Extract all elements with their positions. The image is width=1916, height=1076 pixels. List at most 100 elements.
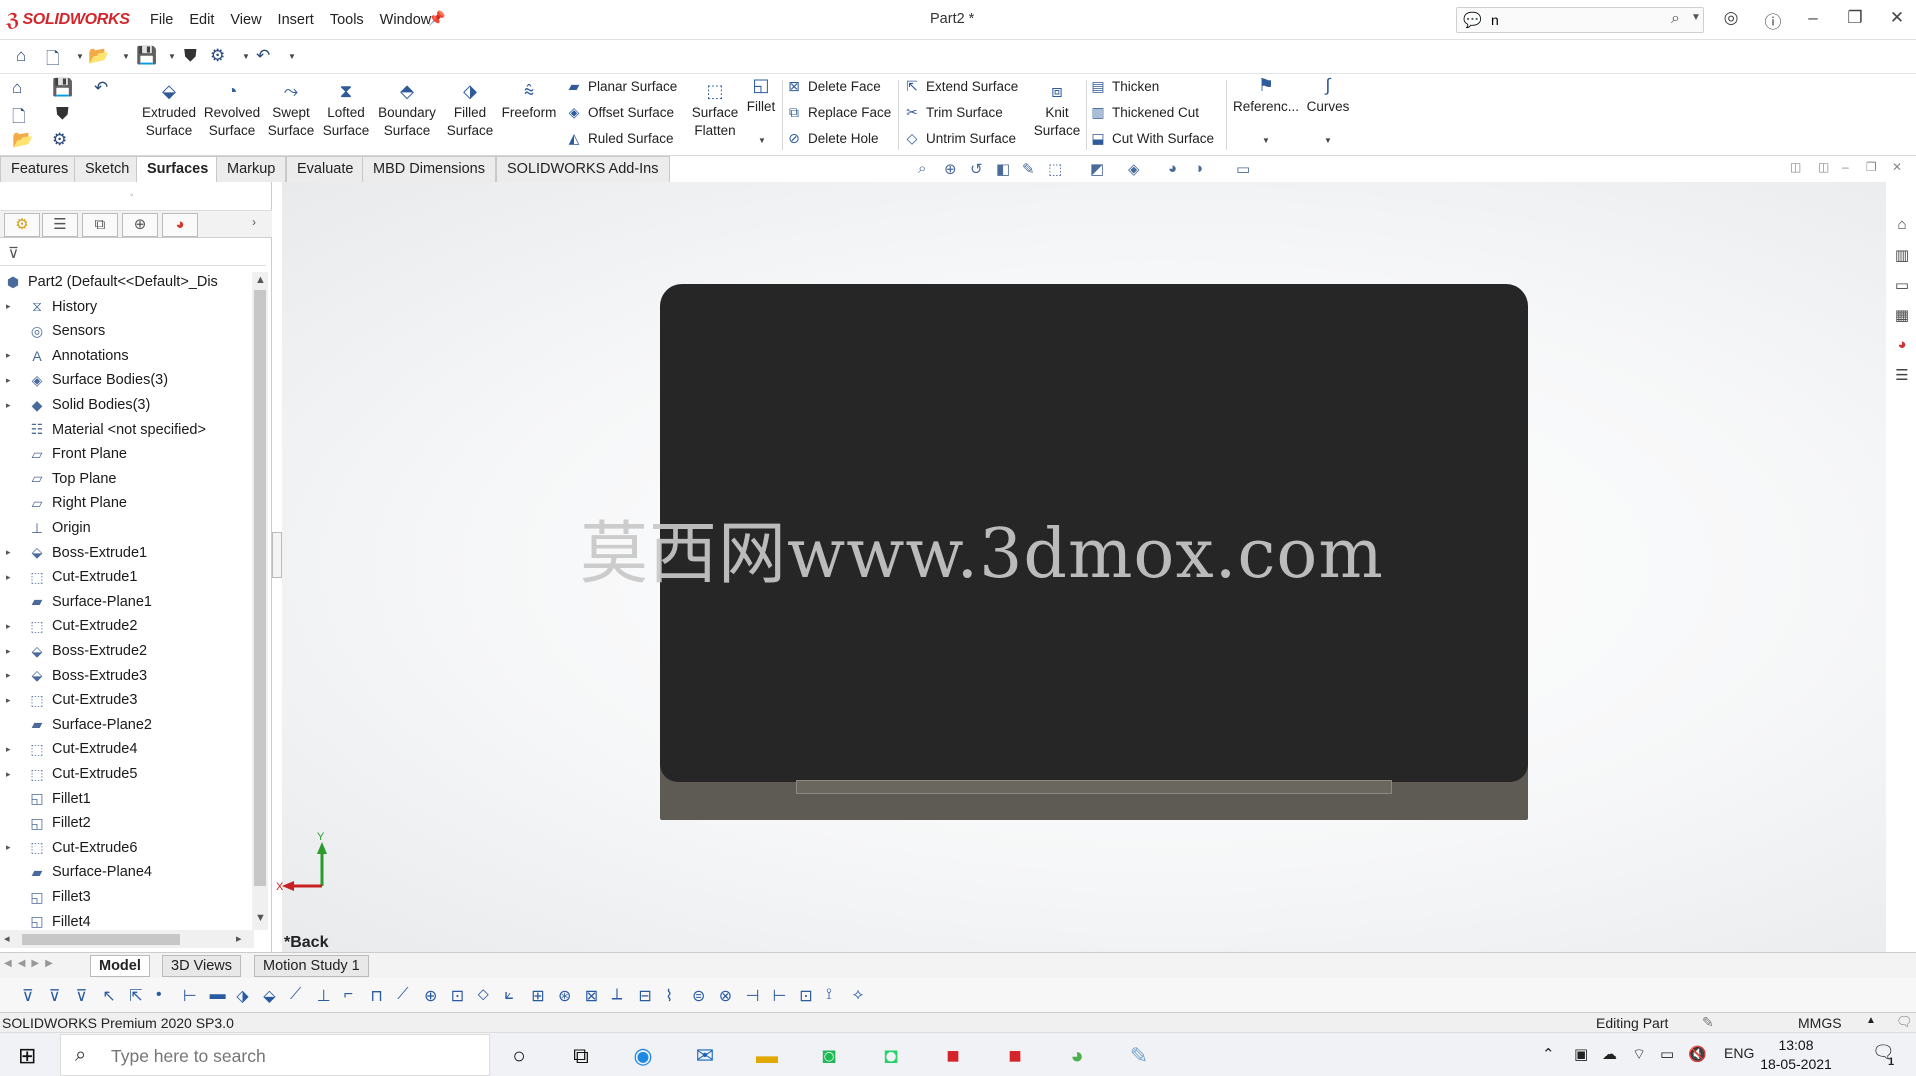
- expand-arrow-icon[interactable]: ▸: [6, 400, 18, 411]
- planar-surface-button[interactable]: ▰ Planar Surface: [566, 78, 678, 95]
- chevron-up-icon[interactable]: ▲: [1866, 1015, 1876, 1026]
- sketch-tool-icon[interactable]: ⊟: [638, 986, 651, 1006]
- tree-item[interactable]: ◎ Sensors: [0, 319, 254, 343]
- reference-geometry-button[interactable]: ⚑ Referenc...: [1232, 76, 1300, 116]
- sketch-tool-icon[interactable]: ⊢: [183, 986, 197, 1006]
- volume-muted-icon[interactable]: 🔇: [1688, 1045, 1707, 1063]
- chevron-down-icon[interactable]: ▼: [288, 52, 296, 61]
- close-icon[interactable]: ✕: [1884, 8, 1910, 28]
- edit-appearance-icon[interactable]: ◕: [1168, 160, 1177, 177]
- tree-item[interactable]: ▸ ◈ Surface Bodies(3): [0, 368, 254, 392]
- sketch-tool-icon[interactable]: ⊞: [531, 986, 544, 1006]
- sketch-tool-icon[interactable]: ⊕: [424, 986, 437, 1006]
- tree-item[interactable]: ▰ Surface-Plane4: [0, 860, 254, 884]
- cortana-icon[interactable]: ○: [502, 1039, 536, 1073]
- section-view-icon[interactable]: ◧: [996, 160, 1010, 178]
- windows-start-icon[interactable]: ⊞: [18, 1043, 36, 1069]
- surface-flatten-button[interactable]: ⬚ Surface Flatten: [690, 82, 740, 140]
- sketch-tool-icon[interactable]: ⌐: [344, 986, 353, 1004]
- new-document-icon[interactable]: 🗋: [46, 46, 60, 75]
- viewport-restore-icon[interactable]: ◫: [1790, 160, 1801, 174]
- help-icon[interactable]: ⓘ: [1760, 8, 1786, 33]
- undo-icon[interactable]: ↶: [94, 78, 108, 98]
- expand-arrow-icon[interactable]: ▸: [6, 572, 18, 583]
- panel-grip-icon[interactable]: ◦: [130, 190, 134, 201]
- chevron-right-icon[interactable]: ›: [252, 215, 256, 229]
- options-gear-icon[interactable]: ⚙: [210, 46, 225, 66]
- menu-view[interactable]: View: [222, 10, 269, 30]
- menu-tools[interactable]: Tools: [322, 10, 372, 30]
- sketch-tool-icon[interactable]: ⊢: [772, 986, 786, 1006]
- viewport-tile-icon[interactable]: ◫: [1818, 160, 1829, 174]
- sketch-tool-icon[interactable]: ⟂: [612, 986, 623, 1004]
- sketch-tool-icon[interactable]: ⊛: [558, 986, 571, 1006]
- open-folder-icon[interactable]: 📂: [12, 130, 33, 150]
- user-account-icon[interactable]: ◎: [1718, 8, 1744, 28]
- expand-arrow-icon[interactable]: ▸: [6, 769, 18, 780]
- tab-motion-study-1[interactable]: Motion Study 1: [254, 955, 369, 977]
- language-indicator[interactable]: ENG: [1724, 1045, 1754, 1061]
- solidworks-resources-icon[interactable]: ⌂: [1890, 216, 1914, 240]
- wifi-icon[interactable]: ⌔: [1632, 1045, 1646, 1064]
- tree-vertical-scroll-thumb[interactable]: [254, 290, 266, 886]
- meet-now-icon[interactable]: ▣: [1574, 1045, 1588, 1063]
- tab-3d-views[interactable]: 3D Views: [162, 955, 241, 977]
- scroll-left-icon[interactable]: ◂: [4, 932, 10, 945]
- ruled-surface-button[interactable]: ◭ Ruled Surface: [566, 130, 674, 147]
- tree-item[interactable]: ▸ ⬚ Cut-Extrude5: [0, 762, 254, 786]
- taskbar-search[interactable]: ⌕: [60, 1034, 490, 1076]
- sketch-tool-icon[interactable]: ⬙: [263, 986, 275, 1006]
- view-orientation-icon[interactable]: ⬚: [1048, 160, 1062, 178]
- sketch-tool-icon[interactable]: ⊡: [451, 986, 464, 1006]
- filled-surface-button[interactable]: ⬗ Filled Surface: [442, 82, 498, 140]
- tree-item[interactable]: ▸ ⬙ Boss-Extrude2: [0, 639, 254, 663]
- panel-splitter-handle[interactable]: [272, 532, 282, 578]
- rebuild-status-icon[interactable]: ✎: [1702, 1014, 1714, 1031]
- menu-edit[interactable]: Edit: [181, 10, 222, 30]
- freeform-button[interactable]: ⩯ Freeform: [500, 82, 558, 122]
- unit-system[interactable]: MMGS: [1798, 1015, 1842, 1031]
- chevron-down-icon[interactable]: ▼: [758, 136, 766, 145]
- trim-surface-button[interactable]: ✂ Trim Surface: [904, 104, 1003, 121]
- sketch-tool-icon[interactable]: ⬗: [236, 986, 248, 1006]
- tree-item[interactable]: ▰ Surface-Plane2: [0, 713, 254, 737]
- tab-markup[interactable]: Markup: [216, 156, 287, 182]
- tree-item[interactable]: ▸ ⬙ Boss-Extrude3: [0, 664, 254, 688]
- minimize-icon[interactable]: –: [1800, 8, 1826, 28]
- fillet-button[interactable]: ◱ Fillet: [742, 76, 780, 116]
- battery-icon[interactable]: ▭: [1660, 1045, 1674, 1063]
- tab-features[interactable]: Features: [0, 156, 80, 182]
- onedrive-icon[interactable]: ☁: [1602, 1045, 1617, 1063]
- tree-item[interactable]: ▸ A Annotations: [0, 344, 254, 368]
- expand-arrow-icon[interactable]: ▸: [6, 744, 18, 755]
- hide-show-items-icon[interactable]: ◈: [1128, 160, 1140, 178]
- save-icon[interactable]: 💾: [52, 78, 73, 98]
- dimxpert-manager-tab-icon[interactable]: ⊕: [122, 213, 158, 237]
- search-input[interactable]: [1489, 10, 1659, 30]
- display-style-icon[interactable]: ◩: [1090, 160, 1104, 178]
- filter-icon[interactable]: ⊽: [8, 244, 19, 262]
- expand-arrow-icon[interactable]: ▸: [6, 621, 18, 632]
- home-icon[interactable]: ⌂: [12, 78, 22, 98]
- sketch-tool-icon[interactable]: ⊜: [692, 986, 705, 1006]
- extruded-surface-button[interactable]: ⬙ Extruded Surface: [138, 82, 200, 140]
- viewport-close-icon[interactable]: ✕: [1892, 160, 1902, 174]
- sketch-tool-icon[interactable]: ⬦: [478, 986, 489, 1004]
- tree-item[interactable]: ▱ Top Plane: [0, 467, 254, 491]
- edge-browser-icon[interactable]: ◉: [626, 1039, 660, 1073]
- new-document-icon[interactable]: 🗋: [12, 104, 26, 133]
- tree-item[interactable]: ⊥ Origin: [0, 516, 254, 540]
- sketch-tool-icon[interactable]: •: [156, 986, 162, 1004]
- knit-surface-button[interactable]: ⧈ Knit Surface: [1030, 82, 1084, 140]
- display-manager-tab-icon[interactable]: ◕: [162, 213, 198, 237]
- tree-filter[interactable]: ⊽: [0, 240, 266, 266]
- appearances-icon[interactable]: ◕: [1890, 336, 1914, 360]
- tree-item[interactable]: ▸ ⬚ Cut-Extrude2: [0, 614, 254, 638]
- open-folder-icon[interactable]: 📂: [88, 46, 109, 66]
- menu-file[interactable]: File: [142, 10, 181, 30]
- model-slot[interactable]: [796, 780, 1392, 794]
- tree-item[interactable]: ▸ ⬚ Cut-Extrude3: [0, 688, 254, 712]
- property-manager-tab-icon[interactable]: ☰: [42, 213, 78, 237]
- expand-arrow-icon[interactable]: ▸: [6, 670, 18, 681]
- lofted-surface-button[interactable]: ⧗ Lofted Surface: [320, 82, 372, 140]
